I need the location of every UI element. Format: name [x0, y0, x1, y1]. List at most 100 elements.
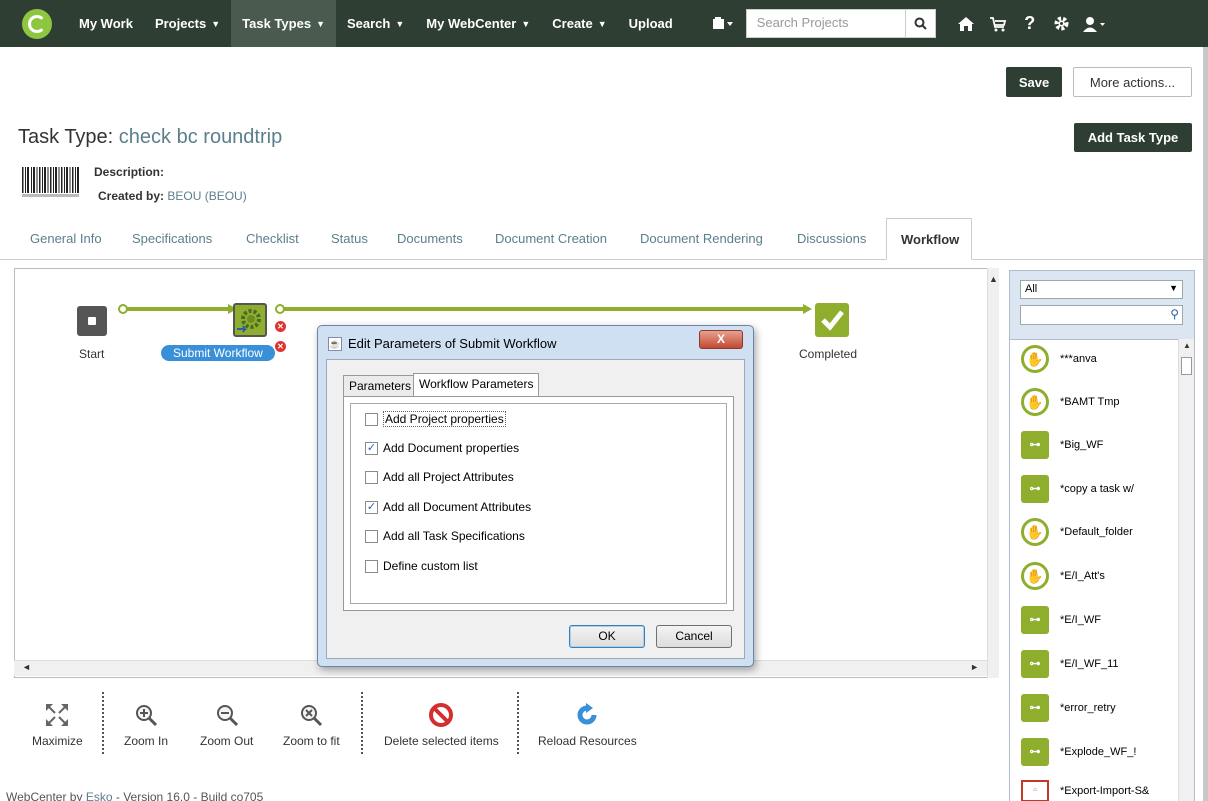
- list-item-label: ***anva: [1060, 353, 1097, 365]
- toolbar-separator: [102, 692, 104, 754]
- scroll-up-icon[interactable]: ▲: [1183, 341, 1191, 350]
- gear-icon[interactable]: [1046, 0, 1078, 47]
- ok-button[interactable]: OK: [569, 625, 645, 648]
- zoom-to-fit-button[interactable]: Zoom to fit: [283, 702, 340, 748]
- resources-panel: All ▼ ⚲ ✋ ***anva ✋ *BAMT Tmp ⊶ *Big_WF …: [1009, 270, 1195, 801]
- option-add-all-task-specifications[interactable]: Add all Task Specifications: [365, 529, 525, 543]
- submit-workflow-label[interactable]: Submit Workflow: [161, 345, 275, 361]
- scrollbar-thumb[interactable]: [1181, 357, 1192, 375]
- page-title-name: check bc roundtrip: [118, 126, 283, 148]
- canvas-vertical-scrollbar[interactable]: ▲: [987, 268, 999, 678]
- submit-workflow-node[interactable]: [233, 303, 267, 337]
- option-add-all-document-attributes[interactable]: ✓ Add all Document Attributes: [365, 500, 531, 514]
- nav-projects[interactable]: Projects ▼: [144, 0, 231, 47]
- tab-workflow[interactable]: Workflow: [886, 218, 972, 260]
- list-item[interactable]: ✋ *BAMT Tmp: [1020, 387, 1120, 417]
- more-actions-button[interactable]: More actions...: [1073, 67, 1192, 97]
- chevron-down-icon: ▼: [1169, 283, 1178, 293]
- list-item[interactable]: ⊶ *E/I_WF_11: [1020, 649, 1119, 679]
- search-icon: [914, 17, 927, 30]
- list-item[interactable]: ⊶ *copy a task w/: [1020, 474, 1134, 504]
- list-item[interactable]: ⊶ *Big_WF: [1020, 430, 1103, 460]
- list-item[interactable]: ✋ *E/I_Att's: [1020, 561, 1105, 591]
- dialog-close-button[interactable]: X: [699, 330, 743, 349]
- reload-resources-button[interactable]: Reload Resources: [538, 702, 637, 748]
- user-menu-icon[interactable]: [1078, 0, 1110, 47]
- checkbox[interactable]: [365, 559, 378, 573]
- list-item-label: *E/I_WF_11: [1060, 658, 1119, 670]
- tab-document-rendering[interactable]: Document Rendering: [640, 218, 763, 260]
- option-add-document-properties[interactable]: ✓ Add Document properties: [365, 441, 519, 455]
- hand-task-icon: ✋: [1021, 388, 1049, 416]
- webcenter-logo-icon[interactable]: [22, 8, 52, 39]
- tab-checklist[interactable]: Checklist: [246, 218, 299, 260]
- tab-parameters[interactable]: Parameters: [343, 375, 418, 397]
- tab-general-info[interactable]: General Info: [30, 218, 102, 260]
- resource-filter-select[interactable]: All ▼: [1020, 280, 1183, 299]
- reload-icon: [577, 703, 597, 725]
- tab-document-creation[interactable]: Document Creation: [495, 218, 607, 260]
- nav-search[interactable]: Search ▼: [336, 0, 415, 47]
- list-item[interactable]: ✋ *Default_folder: [1020, 517, 1133, 547]
- home-icon[interactable]: [950, 0, 982, 47]
- list-item[interactable]: ✋ ***anva: [1020, 344, 1097, 374]
- zoom-in-icon: [136, 705, 158, 727]
- completed-node[interactable]: [815, 303, 849, 337]
- help-icon[interactable]: ?: [1014, 0, 1046, 47]
- list-item[interactable]: ⊶ *E/I_WF: [1020, 605, 1101, 635]
- list-item[interactable]: ⊶ *error_retry: [1020, 693, 1116, 723]
- footer-version: - Version 16.0 - Build co705: [115, 790, 264, 801]
- workflow-icon: ⊶: [1021, 694, 1049, 722]
- esko-link[interactable]: Esko: [86, 790, 113, 801]
- list-item[interactable]: ⌂ *Export-Import-S&: [1020, 776, 1149, 801]
- add-task-type-button[interactable]: Add Task Type: [1074, 123, 1192, 152]
- search-button[interactable]: [905, 9, 936, 38]
- checkbox[interactable]: [365, 470, 378, 484]
- search-input[interactable]: Search Projects: [745, 9, 906, 38]
- delete-selected-button[interactable]: Delete selected items: [384, 702, 499, 748]
- list-item-label: *Explode_WF_!: [1060, 746, 1137, 758]
- cancel-button[interactable]: Cancel: [656, 625, 732, 648]
- option-define-custom-list[interactable]: Define custom list: [365, 559, 478, 573]
- save-button[interactable]: Save: [1006, 67, 1062, 97]
- zoom-out-button[interactable]: Zoom Out: [200, 702, 253, 748]
- cart-icon[interactable]: [982, 0, 1014, 47]
- java-app-icon: ☕: [328, 337, 342, 351]
- completed-label: Completed: [799, 347, 858, 361]
- search-scope-dropdown[interactable]: [706, 0, 740, 47]
- option-label: Add all Task Specifications: [383, 529, 525, 543]
- nav-task-types[interactable]: Task Types ▼: [231, 0, 336, 47]
- scroll-left-icon[interactable]: ◄: [22, 662, 31, 672]
- option-label: Add Project properties: [383, 411, 506, 427]
- resource-search-input[interactable]: ⚲: [1020, 305, 1183, 325]
- list-item-label: *Big_WF: [1060, 439, 1104, 451]
- checkbox-checked[interactable]: ✓: [365, 441, 378, 455]
- start-node[interactable]: [77, 306, 107, 336]
- list-item[interactable]: ⊶ *Explode_WF_!: [1020, 737, 1136, 767]
- zoom-in-button[interactable]: Zoom In: [124, 702, 168, 748]
- scroll-up-icon[interactable]: ▲: [989, 274, 998, 284]
- nav-create[interactable]: Create ▼: [541, 0, 617, 47]
- checkbox[interactable]: [365, 412, 378, 426]
- scroll-right-icon[interactable]: ►: [970, 662, 979, 672]
- nav-my-webcenter[interactable]: My WebCenter ▼: [415, 0, 541, 47]
- tab-specifications[interactable]: Specifications: [132, 218, 212, 260]
- tab-discussions[interactable]: Discussions: [797, 218, 866, 260]
- checkbox[interactable]: [365, 529, 378, 543]
- option-add-project-properties[interactable]: Add Project properties: [365, 411, 506, 427]
- workflow-icon: ⊶: [1021, 606, 1049, 634]
- tab-status[interactable]: Status: [331, 218, 368, 260]
- option-add-all-project-attributes[interactable]: Add all Project Attributes: [365, 470, 514, 484]
- tab-documents[interactable]: Documents: [397, 218, 463, 260]
- hand-task-icon: ✋: [1021, 562, 1049, 590]
- nav-upload[interactable]: Upload: [618, 0, 684, 47]
- created-by-value[interactable]: BEOU (BEOU): [167, 189, 246, 203]
- resource-list-scrollbar[interactable]: ▲: [1178, 339, 1194, 801]
- search-icon[interactable]: ⚲: [1170, 307, 1179, 321]
- maximize-button[interactable]: Maximize: [32, 702, 83, 748]
- nav-search-label: Search: [346, 16, 391, 31]
- tab-workflow-parameters[interactable]: Workflow Parameters: [413, 373, 540, 397]
- nav-my-work[interactable]: My Work: [68, 0, 144, 47]
- window-scrollbar[interactable]: [1203, 47, 1208, 801]
- checkbox-checked[interactable]: ✓: [365, 500, 378, 514]
